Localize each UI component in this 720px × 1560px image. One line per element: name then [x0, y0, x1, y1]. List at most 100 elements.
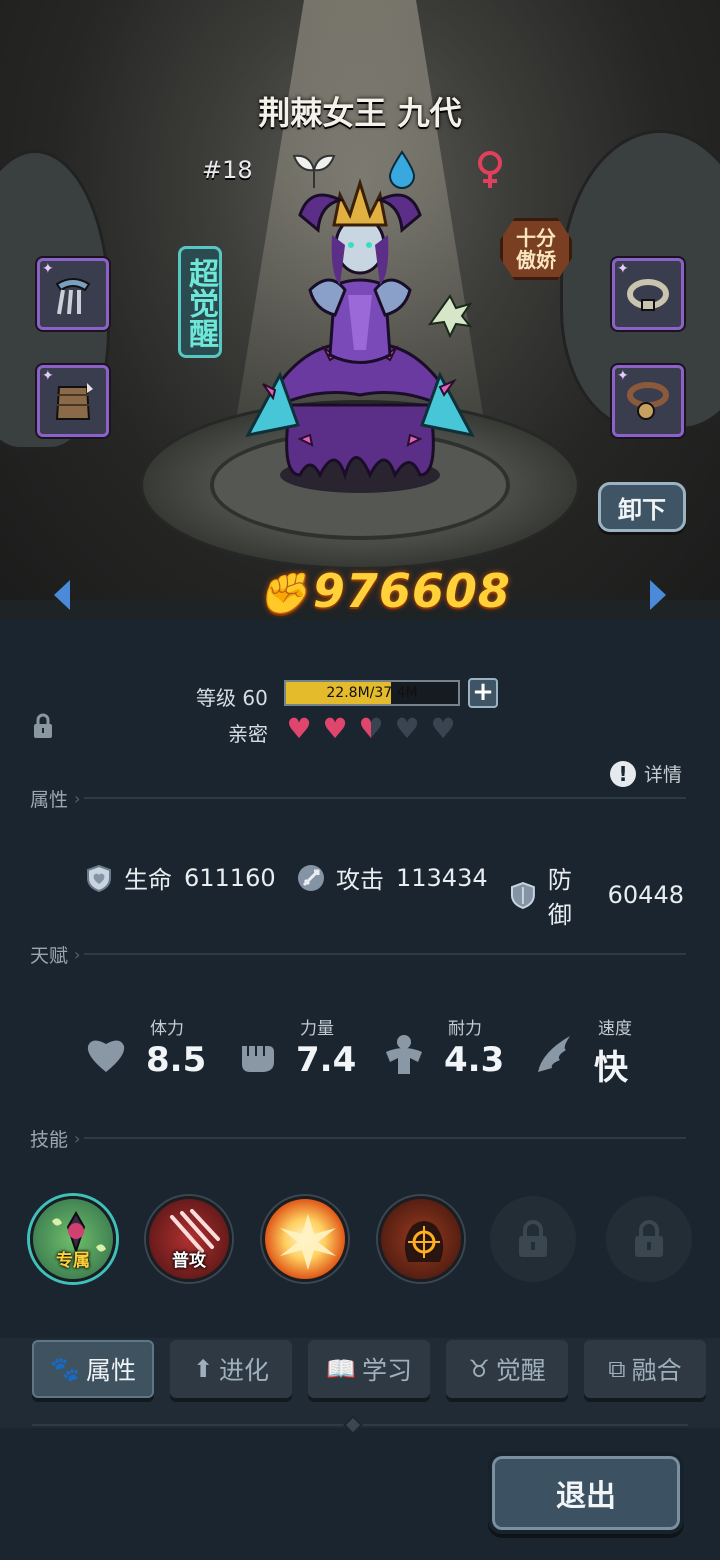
chevron-right-icon: › [74, 1128, 81, 1148]
stat-defense-label: 防御 [547, 866, 572, 929]
merge-icon: ⧉ [608, 1355, 626, 1383]
book-icon: 📖 [326, 1355, 356, 1383]
tab-attributes-label: 属性 [85, 1356, 136, 1385]
claw-gauntlet-icon [55, 278, 91, 315]
equip-slot-bell[interactable]: ✦ [612, 365, 684, 437]
section-skills-title: 技能 [30, 1128, 69, 1151]
hero-character-image[interactable] [240, 175, 480, 505]
details-link[interactable]: ! 详情 [610, 760, 682, 787]
power-icon: ✊ [258, 571, 309, 617]
section-skills: 技能 › [30, 1126, 686, 1151]
divider [84, 797, 686, 799]
talent-strength: 力量 7.4 [234, 1014, 364, 1084]
sparkle-icon: ✦ [617, 368, 629, 384]
talent-speed-label: 速度 [598, 1019, 632, 1039]
section-attributes-title: 属性 [30, 788, 69, 811]
next-hero-arrow-icon[interactable] [646, 578, 670, 619]
paw-icon: 🐾 [50, 1355, 80, 1383]
skill-target[interactable] [378, 1196, 464, 1282]
affinity-heart-icon: ♥ [286, 712, 312, 745]
section-attributes: 属性 › [30, 786, 686, 811]
talent-endurance-label: 耐力 [448, 1019, 482, 1039]
affinity-label: 亲密 [228, 722, 268, 746]
skill-normal-attack-label: 普攻 [172, 1251, 206, 1271]
horned-icon: ♉ [468, 1355, 490, 1383]
affinity-heart-icon: ♥ [394, 712, 420, 745]
skill-exclusive-label: 专属 [56, 1251, 90, 1271]
muscle-icon [386, 1035, 422, 1074]
sword-icon [298, 864, 324, 891]
talent-speed: 速度 快 [532, 1014, 662, 1088]
tab-evolve[interactable]: ⬆ 进化 [170, 1340, 292, 1398]
prev-hero-arrow-icon[interactable] [50, 578, 74, 619]
stat-hp-value: 611160 [184, 863, 276, 892]
bell-collar-icon [627, 382, 669, 420]
trait-text: 十分傲娇 [516, 226, 556, 272]
sprout-icon[interactable] [290, 150, 338, 199]
skill-slot-locked[interactable] [606, 1196, 692, 1282]
tab-merge[interactable]: ⧉ 融合 [584, 1340, 706, 1398]
female-gender-icon [476, 150, 504, 199]
tab-merge-label: 融合 [631, 1356, 682, 1385]
wing-icon [538, 1036, 570, 1072]
lock-icon[interactable] [32, 712, 54, 740]
chevron-right-icon: › [74, 788, 81, 808]
equip-slot-weapon[interactable]: ✦ [37, 258, 109, 330]
super-awaken-tag: 超觉醒 [178, 246, 222, 358]
divider [84, 1137, 686, 1139]
tab-evolve-label: 进化 [219, 1356, 270, 1385]
affinity-heart-icon: ♥ [322, 712, 348, 745]
talent-endurance: 耐力 4.3 [382, 1014, 512, 1084]
up-arrow-icon: ⬆ [192, 1355, 214, 1383]
divider [84, 953, 686, 955]
talent-stamina-label: 体力 [150, 1019, 184, 1039]
affinity-hearts: ♥ ♥ ♥ ♥ ♥ [284, 714, 458, 744]
skill-exclusive[interactable]: 专属 [30, 1196, 116, 1282]
tab-learn[interactable]: 📖 学习 [308, 1340, 430, 1398]
stat-hp: 生命 611160 [84, 860, 276, 895]
info-icon: ! [610, 760, 636, 787]
unequip-button[interactable]: 卸下 [598, 482, 686, 532]
sparkle-icon: ✦ [42, 261, 54, 277]
talent-stamina-value: 8.5 [146, 1040, 207, 1080]
talent-speed-value: 快 [594, 1048, 628, 1088]
stat-attack-label: 攻击 [336, 866, 384, 894]
chevron-right-icon: › [74, 944, 81, 964]
stat-hp-label: 生命 [124, 866, 172, 894]
talent-strength-label: 力量 [300, 1019, 334, 1039]
skill-normal-attack[interactable]: 普攻 [146, 1196, 232, 1282]
equip-slot-armor[interactable]: ✦ [37, 365, 109, 437]
water-element-icon[interactable] [388, 150, 416, 199]
skill-slot-locked[interactable] [490, 1196, 576, 1282]
lock-icon [519, 1220, 547, 1257]
heart-icon [87, 1040, 125, 1072]
burst-skill-icon [280, 1214, 336, 1270]
combat-power-value: 976608 [312, 564, 511, 618]
shield-icon [510, 881, 535, 909]
stat-attack-value: 113434 [396, 863, 488, 892]
tab-learn-label: 学习 [361, 1356, 412, 1385]
collar-icon [627, 279, 669, 311]
skill-burst[interactable] [262, 1196, 348, 1282]
stat-defense-value: 60448 [607, 881, 684, 909]
fist-icon [242, 1046, 274, 1072]
tab-awaken[interactable]: ♉ 觉醒 [446, 1340, 568, 1398]
section-talent-title: 天赋 [30, 944, 69, 967]
target-skill-icon [404, 1221, 444, 1262]
leather-armor-icon [55, 383, 93, 420]
sparkle-icon: ✦ [42, 368, 54, 384]
level-label: 等级 60 [196, 686, 268, 710]
exp-text: 22.8M/37.4M [326, 685, 418, 701]
affinity-heart-icon: ♥ [430, 712, 456, 745]
tab-attributes[interactable]: 🐾 属性 [32, 1340, 154, 1398]
tab-awaken-label: 觉醒 [495, 1356, 546, 1385]
trait-badge[interactable]: 十分傲娇 [500, 218, 572, 280]
equip-slot-accessory[interactable]: ✦ [612, 258, 684, 330]
exit-button[interactable]: 退出 [488, 1452, 684, 1534]
add-exp-button[interactable]: + [468, 678, 498, 708]
combat-power: ✊976608 [258, 564, 511, 618]
details-label: 详情 [644, 764, 683, 786]
talent-strength-value: 7.4 [296, 1040, 357, 1080]
super-awaken-text: 超觉醒 [183, 258, 218, 348]
talent-endurance-value: 4.3 [444, 1040, 505, 1080]
